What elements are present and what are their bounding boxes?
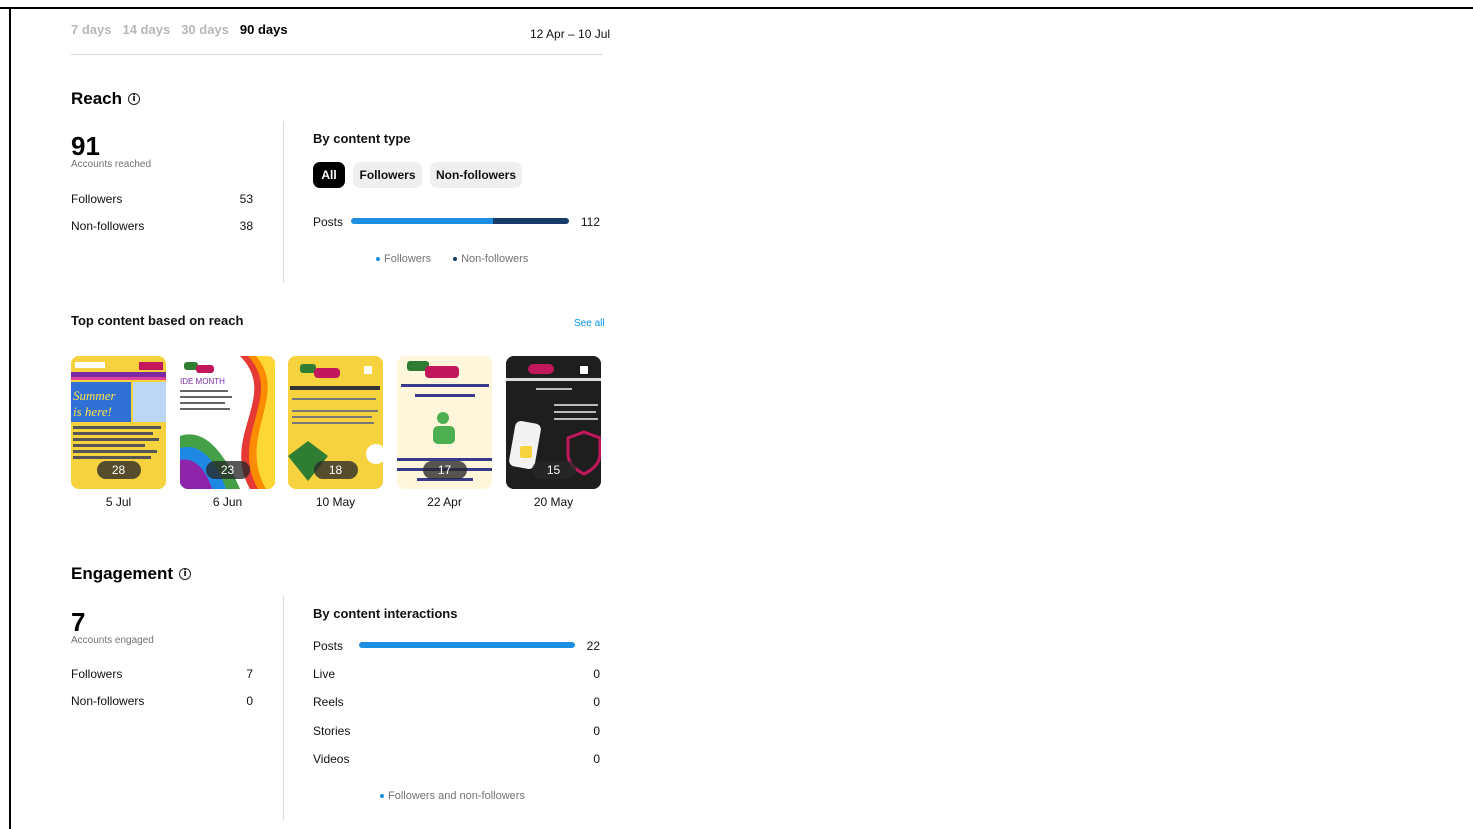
- engagement-non-followers-row: Non-followers 0: [71, 694, 253, 708]
- post-thumbnail-bereavement-film[interactable]: 17: [397, 356, 492, 489]
- filter-chip-non-followers[interactable]: Non-followers: [430, 162, 522, 188]
- reach-count-badge: 28: [96, 461, 141, 479]
- interaction-value-reels: 0: [593, 695, 600, 709]
- range-dates: 12 Apr – 10 Jul: [530, 27, 611, 41]
- stat-label: Followers: [71, 192, 123, 206]
- top-content-title: Top content based on reach: [71, 313, 244, 328]
- stat-value: 7: [246, 667, 253, 681]
- interaction-label-videos: Videos: [313, 752, 350, 766]
- range-tab-14-days[interactable]: 14 days: [122, 22, 170, 37]
- reach-heading: Reach i: [71, 89, 141, 109]
- stat-label: Non-followers: [71, 694, 145, 708]
- accounts-engaged-count: 7: [71, 607, 86, 637]
- legend-dot: [376, 257, 380, 262]
- by-content-type-title: By content type: [313, 131, 411, 146]
- window-border-top: [0, 7, 1473, 9]
- post-date: 20 May: [533, 495, 574, 509]
- filter-chip-followers[interactable]: Followers: [353, 162, 422, 188]
- legend-label: Followers and non-followers: [388, 790, 525, 802]
- reach-title: Reach: [71, 89, 123, 108]
- reach-bar-value-posts: 112: [580, 215, 600, 229]
- post-thumbnail-pride-month[interactable]: IDE MONTH 23: [180, 356, 275, 489]
- stat-label: Followers: [71, 667, 123, 681]
- post-date: 22 Apr: [427, 495, 462, 509]
- bar-segment-non-followers: [492, 218, 569, 224]
- info-icon[interactable]: i: [179, 568, 192, 580]
- engagement-heading: Engagement i: [71, 564, 192, 584]
- legend-dot: [453, 257, 458, 262]
- reach-non-followers-row: Non-followers 38: [71, 219, 253, 233]
- post-date: 6 Jun: [212, 495, 243, 509]
- engagement-legend: Followers and non-followers: [380, 790, 525, 802]
- post-thumbnail-staying-safe-dark[interactable]: 15: [506, 356, 601, 489]
- stat-value: 53: [239, 192, 253, 206]
- post-date: 5 Jul: [105, 495, 132, 509]
- interaction-label-posts: Posts: [313, 639, 344, 653]
- range-tab-7-days[interactable]: 7 days: [71, 22, 111, 37]
- legend-item-followers: Followers: [376, 253, 431, 265]
- accounts-engaged-label: Accounts engaged: [71, 635, 154, 646]
- legend-dot: [380, 794, 384, 799]
- legend-label: Non-followers: [461, 253, 529, 265]
- svg-text:Summer: Summer: [73, 388, 117, 403]
- interaction-value-live: 0: [593, 667, 600, 681]
- info-icon[interactable]: i: [128, 93, 141, 105]
- bar-segment-followers: [351, 218, 493, 224]
- engagement-followers-row: Followers 7: [71, 667, 253, 681]
- range-divider: [71, 54, 603, 55]
- reach-count-badge: 23: [205, 461, 250, 479]
- interaction-label-live: Live: [313, 667, 336, 681]
- svg-text:IDE MONTH: IDE MONTH: [180, 377, 225, 386]
- interaction-value-posts: 22: [586, 639, 600, 653]
- reach-followers-row: Followers 53: [71, 192, 253, 206]
- reach-count-badge: 17: [422, 461, 467, 479]
- filter-chip-all[interactable]: All: [313, 162, 345, 188]
- svg-text:is here!: is here!: [73, 404, 112, 419]
- interaction-bar-posts: [359, 642, 575, 648]
- reach-count-badge: 15: [531, 461, 576, 479]
- reach-legend: Followers Non-followers: [376, 253, 528, 265]
- stat-label: Non-followers: [71, 219, 145, 233]
- engagement-title: Engagement: [71, 564, 174, 583]
- stat-value: 0: [246, 694, 253, 708]
- interaction-label-reels: Reels: [313, 695, 344, 709]
- legend-item-non-followers: Non-followers: [453, 253, 528, 265]
- legend-label: Followers: [384, 253, 432, 265]
- by-content-interactions-title: By content interactions: [313, 606, 458, 621]
- accounts-reached-count: 91: [71, 131, 100, 161]
- reach-posts-bar: [351, 218, 569, 224]
- accounts-reached-label: Accounts reached: [71, 159, 152, 170]
- window-border-left: [9, 7, 11, 829]
- engagement-column-divider: [283, 596, 284, 820]
- post-date: 10 May: [315, 495, 356, 509]
- legend-item-followers-and-non-followers: Followers and non-followers: [380, 790, 525, 802]
- date-range-tabs: 7 days 14 days 30 days 90 days: [71, 22, 288, 37]
- interaction-value-stories: 0: [593, 724, 600, 738]
- stat-value: 38: [239, 219, 253, 233]
- reach-count-badge: 18: [313, 461, 358, 479]
- see-all-link[interactable]: See all: [574, 318, 605, 329]
- range-tab-30-days[interactable]: 30 days: [181, 22, 229, 37]
- interaction-label-stories: Stories: [313, 724, 351, 738]
- range-tab-90-days[interactable]: 90 days: [240, 22, 288, 37]
- post-thumbnail-summer[interactable]: Summer is here! 28: [71, 356, 166, 489]
- reach-bar-label-posts: Posts: [313, 215, 344, 229]
- interaction-value-videos: 0: [593, 752, 600, 766]
- post-thumbnail-staying-safe-online[interactable]: 18: [288, 356, 383, 489]
- reach-column-divider: [283, 121, 284, 283]
